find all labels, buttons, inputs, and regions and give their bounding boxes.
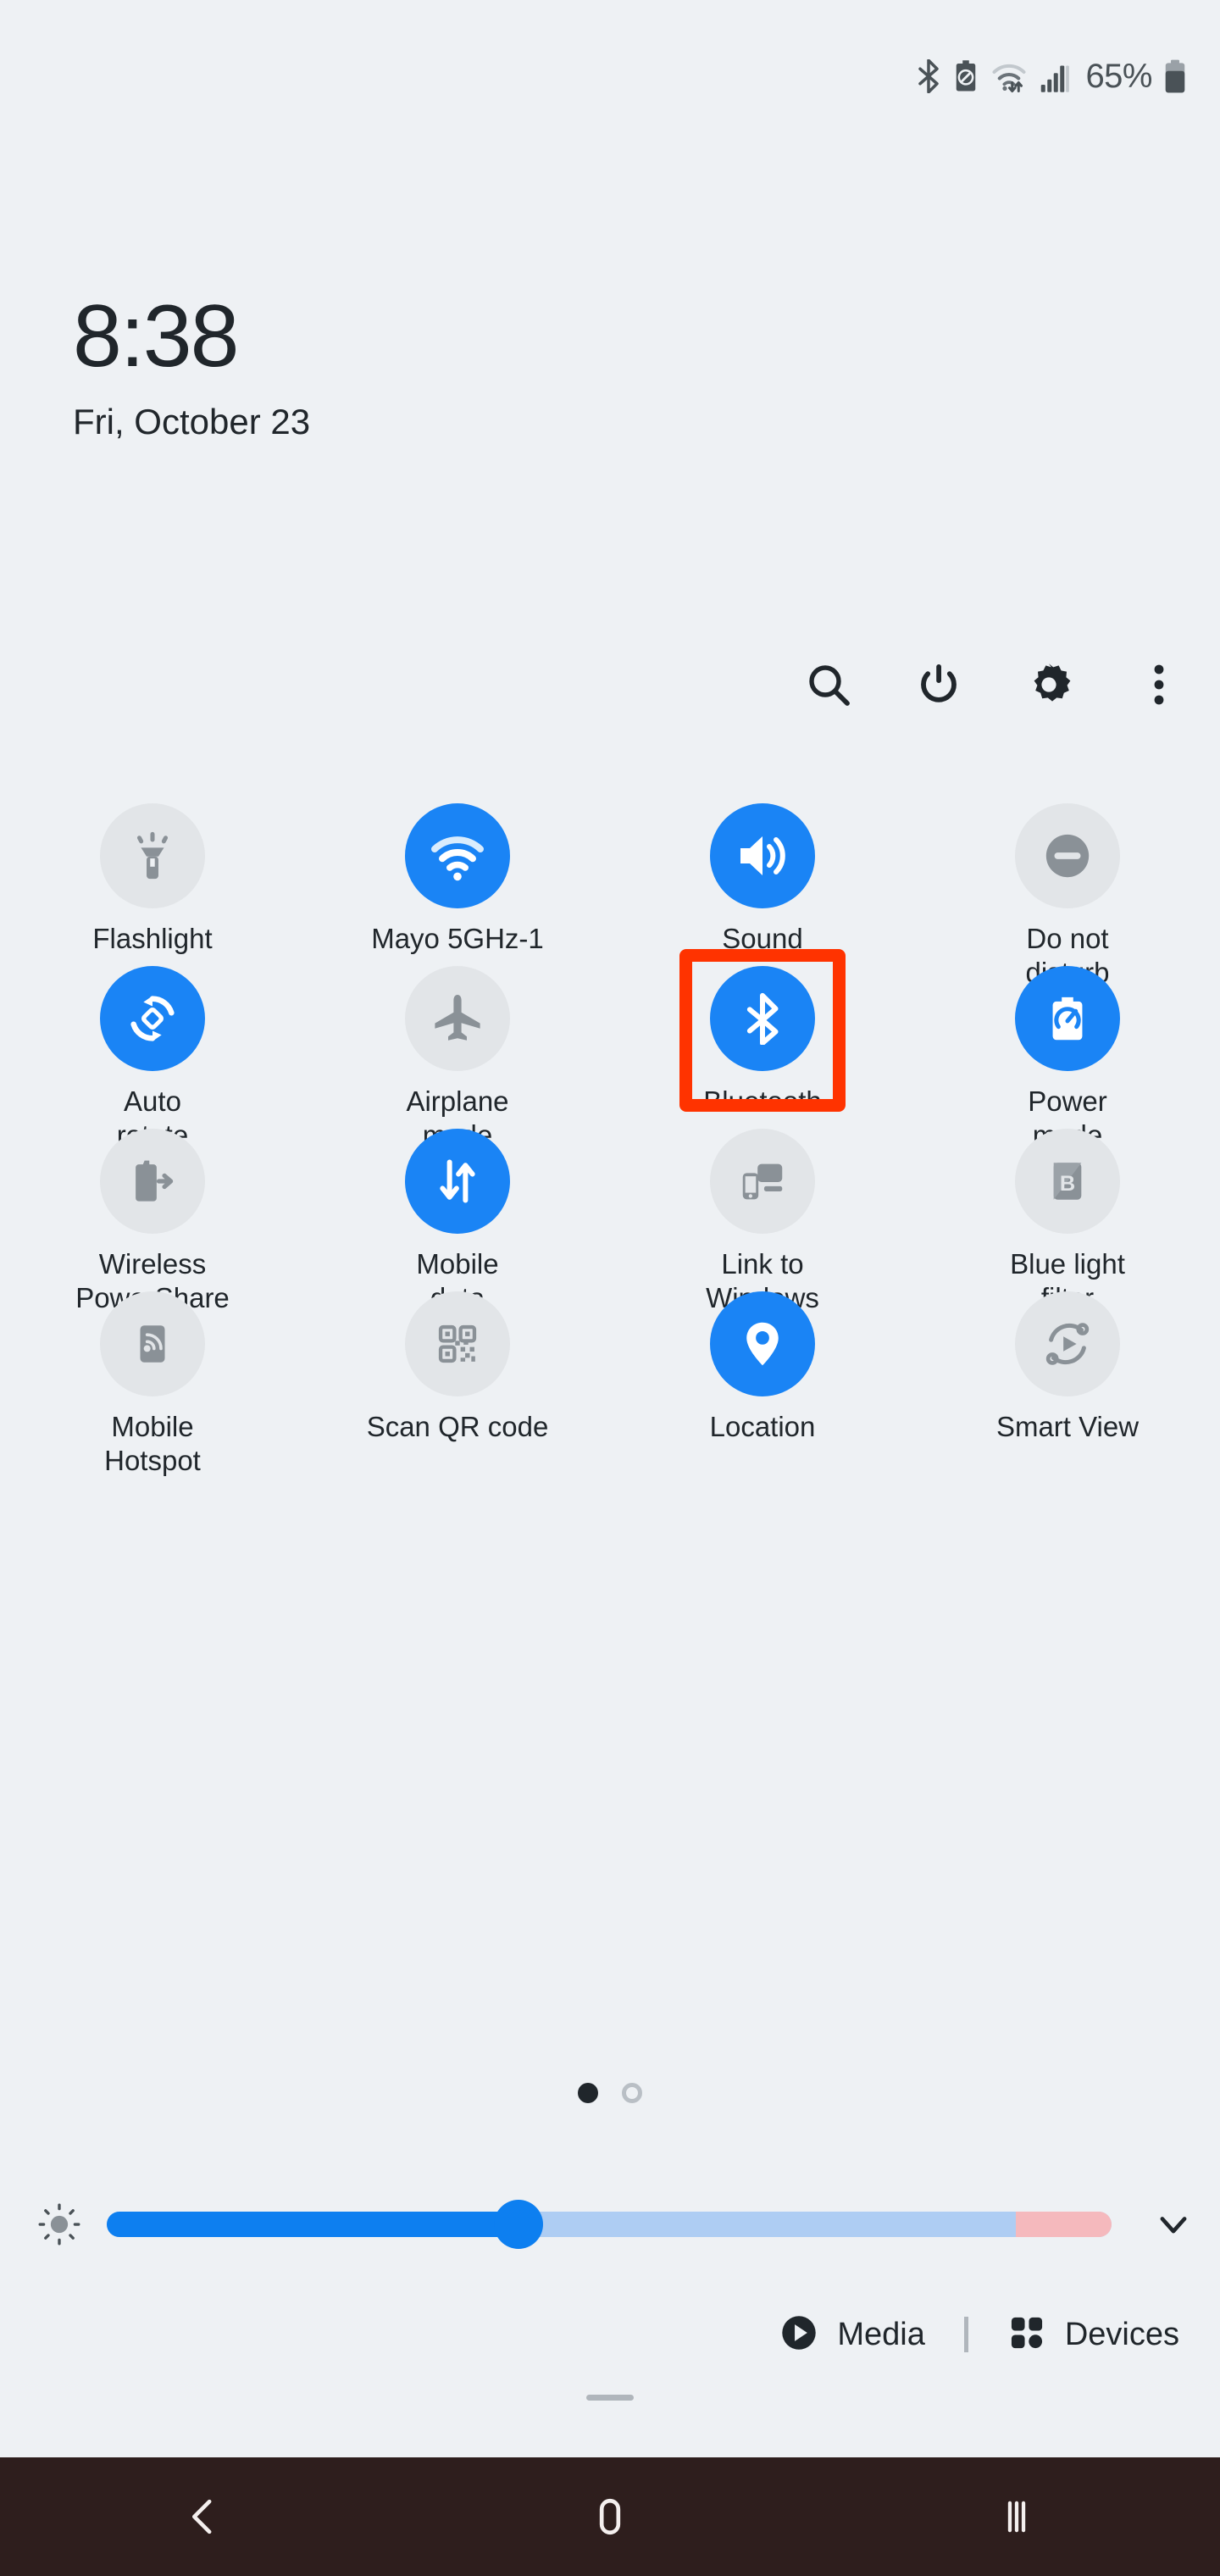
tile-label: Scan QR code: [366, 1411, 549, 1442]
battery-percent-label: 65%: [1085, 57, 1152, 95]
brightness-icon: [19, 2201, 100, 2247]
battery-icon: [1164, 59, 1186, 93]
clock-date: Fri, October 23: [73, 402, 311, 441]
wireless-powershare-icon: [100, 1129, 205, 1234]
tile-label: Smart View: [995, 1411, 1140, 1442]
media-button[interactable]: Media: [779, 2313, 925, 2357]
divider: [963, 2317, 968, 2352]
tile-label: Flashlight: [92, 923, 213, 954]
brightness-row: [0, 2169, 1220, 2279]
power-mode-icon: [1015, 966, 1120, 1071]
tile-label: Sound: [722, 923, 803, 954]
devices-button[interactable]: Devices: [1007, 2313, 1179, 2357]
tile-blue-light-filter[interactable]: B Blue light filter: [915, 1122, 1220, 1313]
quick-settings-panel: 65% 8:38 Fri, October 23 Flashlight Mayo…: [0, 0, 1220, 2457]
mobile-data-icon: [405, 1129, 510, 1234]
slider-track-warm-segment: [1016, 2212, 1112, 2237]
svg-text:B: B: [1060, 1172, 1075, 1196]
tile-sound[interactable]: Sound: [610, 797, 915, 959]
home-icon[interactable]: [525, 2457, 695, 2576]
tile-label: Mobile Hotspot: [104, 1411, 201, 1476]
play-circle-icon: [779, 2313, 818, 2357]
mobile-hotspot-icon: [100, 1291, 205, 1396]
media-devices-bar: Media Devices: [0, 2288, 1220, 2381]
tile-link-to-windows[interactable]: Link to Windows: [610, 1122, 915, 1313]
bluetooth-icon: [710, 966, 815, 1071]
clock-time: 8:38: [73, 287, 239, 386]
tile-mobile-data[interactable]: Mobile data: [305, 1122, 610, 1313]
airplane-icon: [405, 966, 510, 1071]
tile-airplane-mode[interactable]: Airplane mode: [305, 959, 610, 1151]
qr-code-icon: [405, 1291, 510, 1396]
recents-icon[interactable]: [932, 2457, 1101, 2576]
auto-rotate-icon: [100, 966, 205, 1071]
back-chevron-icon[interactable]: [119, 2457, 288, 2576]
tile-label: Bluetooth: [703, 1085, 822, 1117]
devices-grid-icon: [1007, 2313, 1046, 2357]
brightness-slider[interactable]: [107, 2200, 1112, 2249]
do-not-disturb-icon: [1015, 803, 1120, 908]
more-options-button[interactable]: [1134, 659, 1184, 710]
link-to-windows-icon: [710, 1129, 815, 1234]
tile-wifi[interactable]: Mayo 5GHz-1: [305, 797, 610, 959]
tile-bluetooth[interactable]: Bluetooth: [610, 949, 915, 1122]
cellular-signal-icon: [1040, 59, 1070, 93]
tile-auto-rotate[interactable]: Auto rotate: [0, 959, 305, 1151]
chevron-down-icon[interactable]: [1127, 2205, 1220, 2244]
tile-wireless-powershare[interactable]: Wireless PowerShare: [0, 1122, 305, 1313]
wifi-icon: [990, 59, 1028, 93]
wifi-icon: [405, 803, 510, 908]
quick-actions-row: [803, 659, 1184, 710]
tile-mobile-hotspot[interactable]: Mobile Hotspot: [0, 1285, 305, 1476]
volume-icon: [710, 803, 815, 908]
location-pin-icon: [710, 1291, 815, 1396]
search-button[interactable]: [803, 659, 854, 710]
slider-fill: [107, 2212, 519, 2237]
smart-view-icon: [1015, 1291, 1120, 1396]
status-bar: 65%: [0, 0, 1220, 153]
bluetooth-icon: [916, 59, 941, 93]
tile-label: Location: [709, 1411, 816, 1442]
tile-power-mode[interactable]: Power mode: [915, 959, 1220, 1151]
tile-scan-qr-code[interactable]: Scan QR code: [305, 1285, 610, 1447]
tile-flashlight[interactable]: Flashlight: [0, 797, 305, 959]
tile-smart-view[interactable]: Smart View: [915, 1285, 1220, 1447]
battery-saver-icon: [953, 59, 979, 93]
blue-light-filter-icon: B: [1015, 1129, 1120, 1234]
settings-button[interactable]: [1023, 659, 1074, 710]
quick-settings-grid: Flashlight Mayo 5GHz-1 Sound Do not Auto…: [0, 797, 1220, 1476]
navigation-bar: [0, 2457, 1220, 2576]
flashlight-icon: [100, 803, 205, 908]
panel-drag-handle[interactable]: [586, 2395, 634, 2401]
power-button[interactable]: [913, 659, 964, 710]
tile-location[interactable]: Location: [610, 1285, 915, 1447]
tile-label: Mayo 5GHz-1: [371, 923, 544, 954]
page-indicator: [0, 2083, 1220, 2103]
media-label: Media: [837, 2316, 925, 2352]
clock-block[interactable]: 8:38 Fri, October 23: [73, 292, 310, 441]
tile-do-not-disturb[interactable]: Do not disturb: [915, 797, 1220, 988]
devices-label: Devices: [1064, 2316, 1179, 2352]
page-dot-active[interactable]: [578, 2083, 598, 2103]
slider-thumb[interactable]: [494, 2200, 544, 2249]
page-dot-inactive[interactable]: [622, 2083, 642, 2103]
